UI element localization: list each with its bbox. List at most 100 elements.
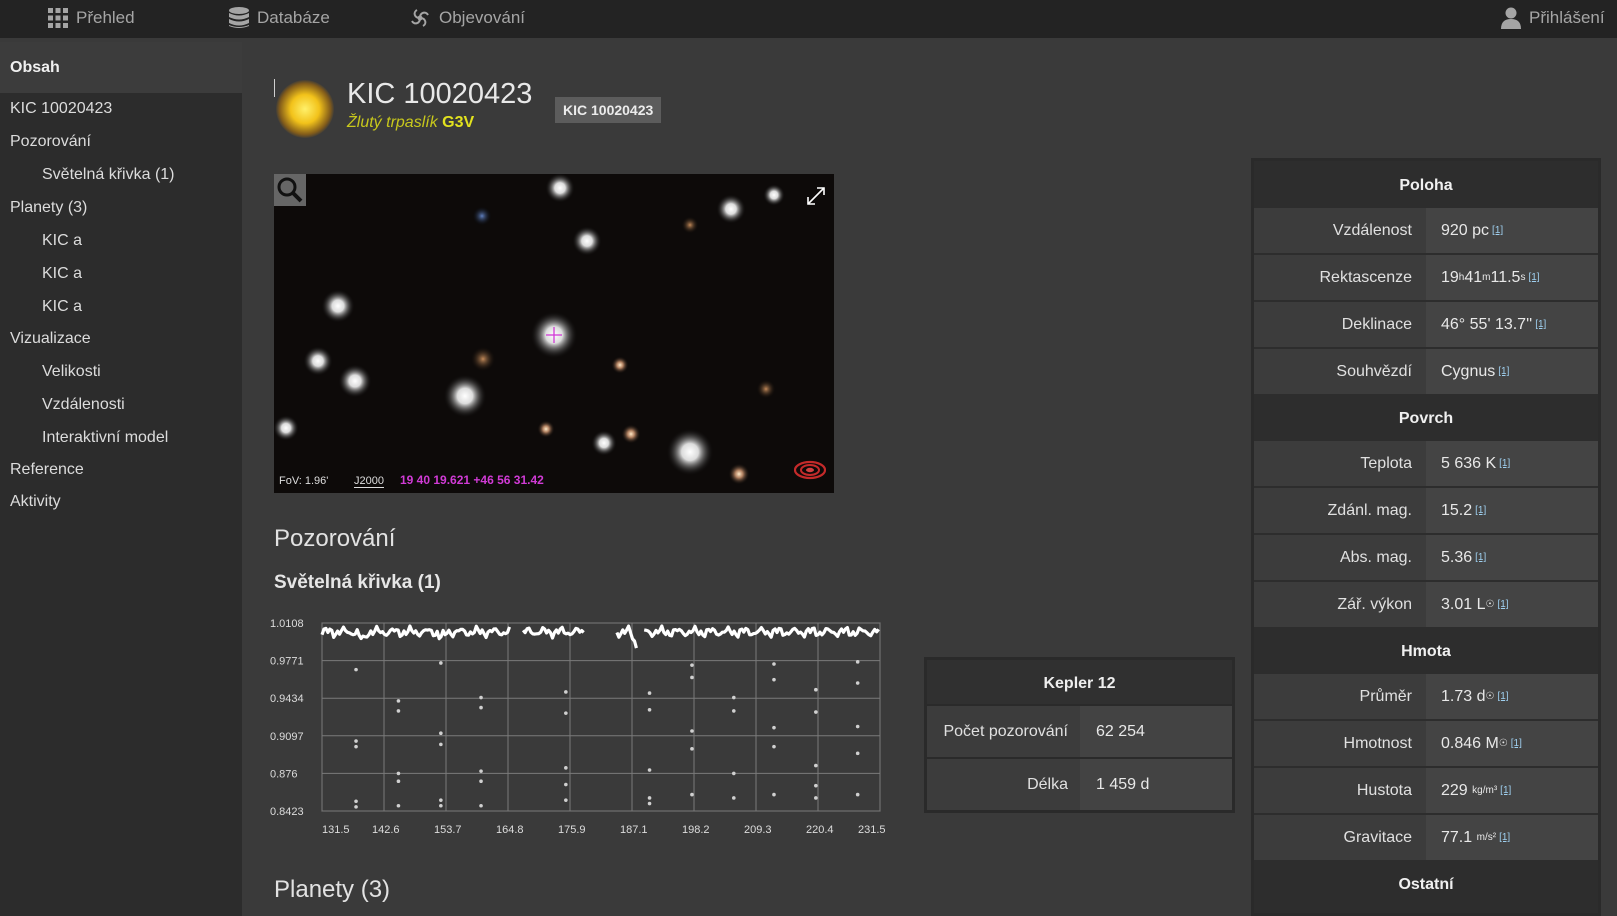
section-planets-title: Planety (3)	[274, 876, 391, 903]
data-point	[855, 751, 860, 756]
data-point	[772, 662, 776, 666]
temperature-value: 5 636 K [1]	[1426, 441, 1598, 486]
toc-item[interactable]: Interaktivní model	[42, 429, 168, 447]
zoom-button[interactable]	[274, 174, 306, 206]
dec-value: 46° 55' 13.7'' [1]	[1426, 302, 1598, 347]
info-label: Hustota	[1254, 768, 1426, 813]
luminosity-text: 3.01 L	[1441, 595, 1486, 613]
toc-item[interactable]: KIC a	[42, 298, 82, 316]
nav-discovery-label: Objevování	[439, 8, 525, 27]
data-point	[855, 681, 860, 685]
reference-link[interactable]: [1]	[1498, 366, 1509, 377]
toc-heading: Obsah	[0, 42, 242, 93]
data-point	[772, 725, 776, 730]
toc-item[interactable]: KIC 10020423	[10, 100, 112, 118]
apparent-mag-text: 15.2	[1441, 501, 1473, 519]
toc-item[interactable]: Velikosti	[42, 363, 101, 381]
reference-link[interactable]: [1]	[1528, 272, 1539, 283]
x-tick-label: 209.3	[744, 824, 772, 836]
x-tick-label: 187.1	[620, 824, 648, 836]
reference-link[interactable]: [1]	[1475, 505, 1486, 516]
info-label: Zdánl. mag.	[1254, 488, 1426, 533]
y-tick-label: 0.9434	[270, 693, 304, 705]
info-label: Teplota	[1254, 441, 1426, 486]
info-row: Zdánl. mag. 15.2 [1]	[1254, 486, 1598, 533]
info-row: Hustota 229 kg / m³ [1]	[1254, 766, 1598, 813]
data-point	[354, 799, 358, 804]
toc-item[interactable]: Aktivity	[10, 493, 61, 511]
reference-link[interactable]: [1]	[1500, 785, 1511, 796]
data-point	[690, 663, 694, 667]
data-point	[439, 731, 443, 736]
epoch-select[interactable]: J2000	[354, 475, 384, 488]
data-point	[855, 724, 860, 729]
star-type: Žlutý trpaslík G3V	[347, 114, 474, 132]
data-point	[564, 690, 568, 694]
toc-item[interactable]: Planety (3)	[10, 199, 87, 217]
data-point	[855, 792, 860, 797]
top-navbar: Přehled Databáze Objevování Přihlášení	[0, 0, 1617, 38]
gravity-text: 77.1	[1441, 828, 1473, 846]
plot-frame	[321, 622, 881, 812]
reference-link[interactable]: [1]	[1499, 458, 1510, 469]
x-tick-label: 164.8	[496, 824, 524, 836]
x-tick-label: 220.4	[806, 824, 834, 836]
toc-item[interactable]: Světelná křivka (1)	[42, 166, 175, 184]
nav-overview[interactable]: Přehled	[48, 0, 135, 36]
kepler-obs-count-value: 62 254	[1080, 706, 1232, 757]
info-label: Abs. mag.	[1254, 535, 1426, 580]
toc-item[interactable]: Vzdálenosti	[42, 396, 125, 414]
toc-item[interactable]: KIC a	[42, 232, 82, 250]
reference-link[interactable]: [1]	[1497, 599, 1508, 610]
galaxy-icon	[411, 9, 429, 27]
info-row: Gravitace 77.1 m / s² [1]	[1254, 813, 1598, 860]
info-heading-surface: Povrch	[1398, 410, 1454, 427]
x-tick-label: 231.5	[858, 824, 886, 836]
data-point	[647, 708, 652, 712]
kepler-obs-count-label: Počet pozorování	[927, 706, 1080, 757]
fullscreen-button[interactable]	[804, 184, 828, 213]
reference-link[interactable]: [1]	[1499, 832, 1510, 843]
toc-item[interactable]: Reference	[10, 461, 84, 479]
nav-login[interactable]: Přihlášení	[1501, 0, 1605, 36]
toc-item[interactable]: Vizualizace	[10, 330, 91, 348]
data-point	[479, 769, 483, 773]
absolute-mag-value: 5.36 [1]	[1426, 535, 1598, 580]
lightcurve-chart[interactable]: 1.0108 0.9771 0.9434 0.9097 0.876 0.8423 131.…	[270, 612, 910, 852]
data-point	[814, 763, 818, 768]
magnifier-icon	[277, 177, 303, 203]
apparent-mag-value: 15.2 [1]	[1426, 488, 1598, 533]
y-tick-label: 1.0108	[270, 618, 304, 630]
star-type-label: Žlutý trpaslík	[347, 114, 438, 131]
info-row: Abs. mag. 5.36 [1]	[1254, 533, 1598, 580]
expand-icon	[807, 187, 825, 205]
info-label: Rektascenze	[1254, 255, 1426, 300]
mass-text: 0.846 M	[1441, 734, 1499, 752]
data-point	[690, 792, 694, 797]
data-point	[396, 699, 401, 703]
x-tick-label: 131.5	[322, 824, 350, 836]
toc-item[interactable]: Pozorování	[10, 133, 91, 151]
data-point	[396, 709, 401, 713]
x-tick-label: 198.2	[682, 824, 710, 836]
reference-link[interactable]: [1]	[1535, 319, 1546, 330]
distance-text: 920 pc	[1441, 221, 1490, 239]
gravity-unit-den: s²	[1487, 832, 1497, 843]
reference-link[interactable]: [1]	[1497, 691, 1508, 702]
reference-link[interactable]: [1]	[1492, 225, 1503, 236]
temperature-text: 5 636 K	[1441, 454, 1497, 472]
nav-database-label: Databáze	[257, 8, 330, 27]
x-tick-label: 153.7	[434, 824, 462, 836]
sky-viewer[interactable]: FoV: 1.96' J2000 19 40 19.621 +46 56 31.…	[274, 174, 834, 493]
nav-discovery[interactable]: Objevování	[409, 0, 525, 36]
nav-database[interactable]: Databáze	[229, 0, 330, 36]
reference-link[interactable]: [1]	[1511, 738, 1522, 749]
toc-item[interactable]: KIC a	[42, 265, 82, 283]
ra-h: 19	[1441, 268, 1459, 286]
data-point	[732, 709, 736, 713]
reference-link[interactable]: [1]	[1475, 552, 1486, 563]
info-heading-location: Poloha	[1399, 177, 1453, 194]
info-row: Vzdálenost 920 pc [1]	[1254, 206, 1598, 253]
density-text: 229	[1441, 781, 1468, 799]
info-heading-other: Ostatní	[1398, 876, 1454, 893]
